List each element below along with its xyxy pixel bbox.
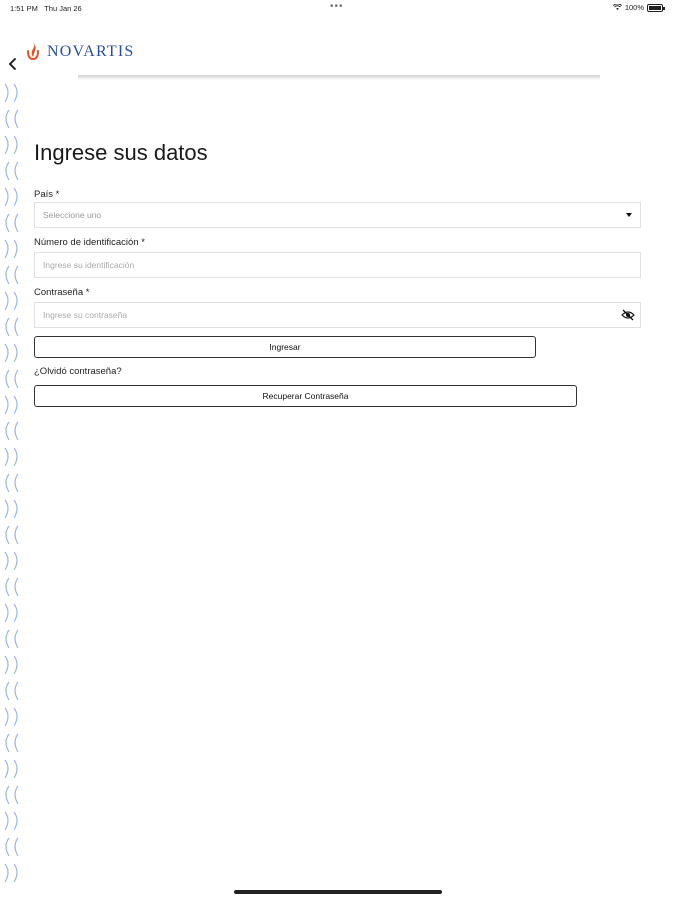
wave-stroke — [13, 499, 18, 519]
wave-stroke — [14, 577, 19, 597]
home-indicator[interactable] — [234, 890, 442, 894]
wave-stroke — [14, 213, 19, 233]
wave-stroke — [13, 135, 18, 155]
novartis-logo: NOVARTIS — [25, 42, 134, 62]
header-divider — [78, 75, 600, 80]
country-select-value: Seleccione uno — [43, 210, 102, 220]
country-label: País * — [34, 189, 60, 200]
wave-stroke — [4, 551, 9, 571]
eye-slash-icon[interactable] — [621, 309, 635, 321]
wave-stroke — [4, 499, 9, 519]
password-label: Contraseña * — [34, 287, 90, 298]
wave-stroke — [5, 473, 10, 493]
status-bar: 1:51 PM Thu Jan 26 ••• 100% — [0, 0, 675, 16]
wave-stroke — [14, 629, 19, 649]
wave-stroke — [5, 213, 10, 233]
wave-stroke — [13, 395, 18, 415]
wave-stroke — [5, 421, 10, 441]
country-select[interactable]: Seleccione uno — [34, 202, 641, 228]
wave-stroke — [13, 187, 18, 207]
forgot-password-text: ¿Olvidó contraseña? — [34, 366, 122, 377]
wave-stroke — [5, 317, 10, 337]
wave-stroke — [14, 785, 19, 805]
wave-stroke — [14, 837, 19, 857]
wave-stroke — [13, 863, 18, 882]
wave-stroke — [4, 83, 9, 103]
wave-stroke — [5, 525, 10, 545]
id-label: Número de identificación * — [34, 237, 145, 248]
page-title: Ingrese sus datos — [34, 140, 208, 165]
wave-stroke — [14, 421, 19, 441]
wave-stroke — [13, 603, 18, 623]
wave-stroke — [13, 655, 18, 675]
flame-logo-icon — [27, 43, 39, 61]
wave-stroke — [5, 681, 10, 701]
wifi-icon — [612, 4, 622, 11]
wave-stroke — [4, 447, 9, 467]
wave-stroke — [4, 395, 9, 415]
wave-stroke — [4, 707, 9, 727]
battery-icon — [647, 3, 665, 12]
password-field-container — [34, 302, 641, 328]
recover-password-button[interactable]: Recuperar Contraseña — [34, 385, 577, 407]
wave-stroke — [14, 317, 19, 337]
wave-stroke — [5, 733, 10, 753]
wave-stroke — [14, 473, 19, 493]
dropdown-caret-icon — [626, 213, 632, 217]
wave-stroke — [13, 239, 18, 259]
wave-stroke — [13, 707, 18, 727]
wave-stroke — [14, 525, 19, 545]
status-time: 1:51 PM Thu Jan 26 — [10, 4, 82, 13]
wave-stroke — [14, 733, 19, 753]
wave-stroke — [14, 161, 19, 181]
id-input[interactable] — [35, 253, 611, 277]
wave-stroke — [14, 681, 19, 701]
wave-stroke — [5, 109, 10, 129]
wave-stroke — [5, 161, 10, 181]
wave-stroke — [4, 863, 9, 882]
wave-stroke — [5, 629, 10, 649]
wave-stroke — [4, 603, 9, 623]
wave-stroke — [13, 291, 18, 311]
wave-stroke — [4, 811, 9, 831]
wave-stroke — [13, 551, 18, 571]
wave-stroke — [13, 447, 18, 467]
wave-stroke — [5, 265, 10, 285]
wave-stroke — [13, 811, 18, 831]
wave-stroke — [14, 369, 19, 389]
wave-stroke — [4, 239, 9, 259]
wave-stroke — [14, 109, 19, 129]
wave-stroke — [4, 759, 9, 779]
logo-text: NOVARTIS — [47, 43, 135, 60]
wave-stroke — [13, 83, 18, 103]
wave-stroke — [4, 187, 9, 207]
wave-stroke — [5, 577, 10, 597]
wave-stroke — [5, 837, 10, 857]
wave-stroke — [14, 265, 19, 285]
id-field-container — [34, 252, 641, 278]
wave-stroke — [13, 343, 18, 363]
wave-stroke — [4, 135, 9, 155]
back-chevron-icon[interactable] — [6, 56, 20, 72]
password-input[interactable] — [35, 303, 611, 327]
wave-stroke — [4, 655, 9, 675]
battery-percent: 100% — [624, 3, 644, 12]
wave-stroke — [13, 759, 18, 779]
multitasking-dots[interactable]: ••• — [330, 1, 344, 12]
wave-stroke — [4, 291, 9, 311]
wave-stroke — [4, 343, 9, 363]
wave-stroke — [5, 369, 10, 389]
decorative-wave-pattern — [4, 83, 19, 882]
status-indicators: 100% — [612, 3, 665, 12]
wave-stroke — [5, 785, 10, 805]
login-button[interactable]: Ingresar — [34, 336, 536, 358]
